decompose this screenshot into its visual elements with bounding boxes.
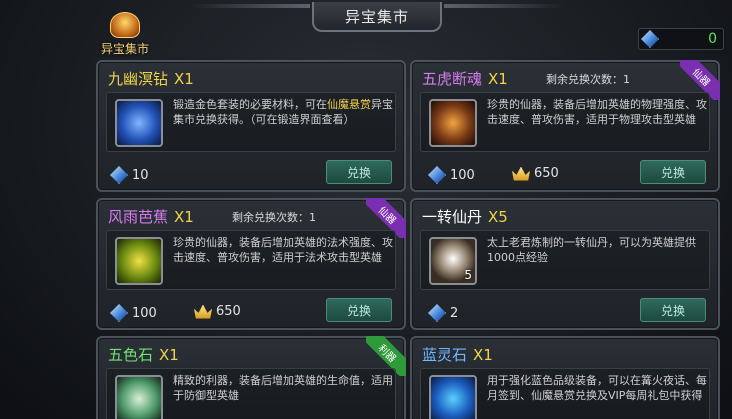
- item-card-wuhu: 仙器 五虎断魂 X1 剩余兑换次数：1 珍贵的仙器，装备后增加英雄的物理强度、攻…: [410, 60, 720, 192]
- currency-value: 0: [708, 31, 717, 47]
- price-gem: 2: [428, 304, 458, 322]
- item-description: 珍贵的仙器，装备后增加英雄的法术强度、攻击速度、普攻伤害，适用于法术攻击型英雄: [173, 236, 393, 264]
- crown-icon: [512, 166, 530, 181]
- item-name: 五虎断魂: [422, 70, 483, 88]
- exchange-button[interactable]: 兑换: [640, 298, 706, 322]
- stone-icon[interactable]: [115, 375, 163, 419]
- item-card-jiuyou: 九幽溟钻 X1 锻造金色套装的必要材料，可在仙魔悬赏异宝集市兑换获得。（可在锻造…: [96, 60, 406, 192]
- gem-icon: [110, 304, 128, 322]
- item-card-lanlingshi: 蓝灵石 X1 用于强化蓝色品级装备，可以在篝火夜话、每月签到、仙魔悬赏兑换及VI…: [410, 336, 720, 419]
- item-quantity: X1: [473, 346, 493, 364]
- logo-label: 异宝集市: [100, 42, 149, 56]
- page-title: 异宝集市: [344, 7, 409, 26]
- fan-icon[interactable]: [115, 237, 163, 285]
- page-title-bar: 异宝集市: [312, 2, 442, 32]
- item-quantity: X5: [488, 208, 508, 226]
- exchange-count: 剩余兑换次数：1: [546, 73, 630, 86]
- item-card-fengyu: 仙器 风雨芭蕉 X1 剩余兑换次数：1 珍贵的仙器，装备后增加英雄的法术强度、攻…: [96, 198, 406, 330]
- blue-gem-icon[interactable]: [429, 375, 477, 419]
- item-quantity: X1: [159, 346, 179, 364]
- pill-icon[interactable]: 5: [429, 237, 477, 285]
- gem-icon: [110, 166, 128, 184]
- price-crown: 650: [194, 304, 241, 319]
- item-card-wuseshi: 利器 五色石 X1 精致的利器，装备后增加英雄的生命值，适用于防御型英雄: [96, 336, 406, 419]
- sword-icon[interactable]: [429, 99, 477, 147]
- emblem-icon: [110, 12, 140, 38]
- icon-count: 5: [464, 268, 472, 282]
- price-gem: 100: [428, 166, 475, 184]
- item-description: 珍贵的仙器，装备后增加英雄的物理强度、攻击速度、普攻伤害，适用于物理攻击型英雄: [487, 98, 707, 126]
- item-description: 锻造金色套装的必要材料，可在仙魔悬赏异宝集市兑换获得。（可在锻造界面查看）: [173, 98, 393, 126]
- exchange-count: 剩余兑换次数：1: [232, 211, 316, 224]
- price-gem: 10: [110, 166, 149, 184]
- crystal-icon[interactable]: [115, 99, 163, 147]
- item-name: 一转仙丹: [422, 208, 483, 226]
- item-description: 用于强化蓝色品级装备，可以在篝火夜话、每月签到、仙魔悬赏兑换及VIP每周礼包中获…: [487, 374, 707, 402]
- price-crown: 650: [512, 166, 559, 181]
- price-gem: 100: [110, 304, 157, 322]
- gem-icon: [428, 304, 446, 322]
- exchange-button[interactable]: 兑换: [326, 298, 392, 322]
- item-name: 蓝灵石: [422, 346, 468, 364]
- item-description: 太上老君炼制的一转仙丹，可以为英雄提供1000点经验: [487, 236, 696, 264]
- market-logo: 异宝集市: [94, 12, 156, 60]
- item-name: 九幽溟钻: [108, 70, 169, 88]
- title-wing-right: [444, 4, 564, 8]
- crown-icon: [194, 304, 212, 319]
- item-description: 精致的利器，装备后增加英雄的生命值，适用于防御型英雄: [173, 374, 393, 402]
- item-name: 五色石: [108, 346, 154, 364]
- item-quantity: X1: [174, 70, 194, 88]
- gem-icon: [428, 166, 446, 184]
- item-card-xiandan: 一转仙丹 X5 5 太上老君炼制的一转仙丹，可以为英雄提供1000点经验 2 兑…: [410, 198, 720, 330]
- exchange-button[interactable]: 兑换: [640, 160, 706, 184]
- title-wing-left: [190, 4, 310, 8]
- item-name: 风雨芭蕉: [108, 208, 169, 226]
- currency-display: 0: [638, 28, 724, 50]
- exchange-button[interactable]: 兑换: [326, 160, 392, 184]
- gem-icon: [641, 30, 659, 48]
- item-quantity: X1: [488, 70, 508, 88]
- item-quantity: X1: [174, 208, 194, 226]
